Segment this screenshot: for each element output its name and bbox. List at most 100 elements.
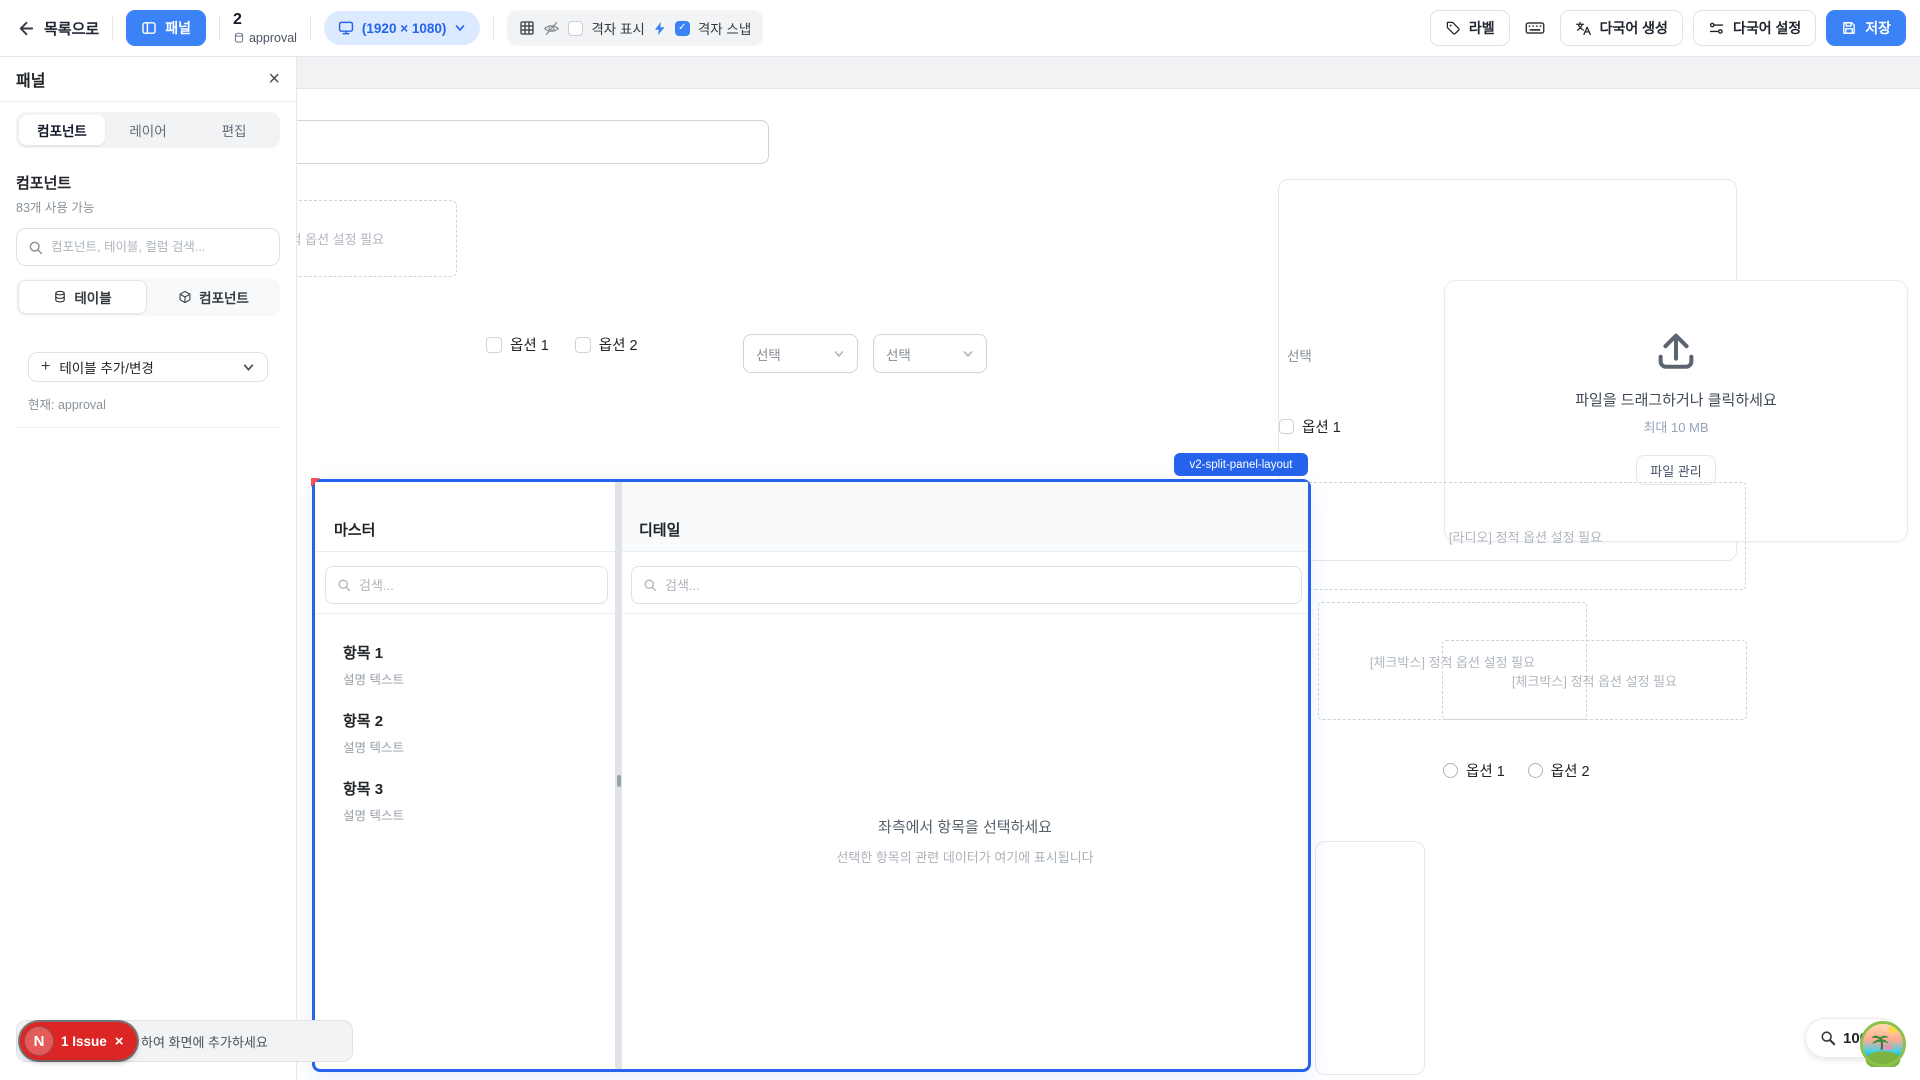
- i18n-settings-label: 다국어 설정: [1733, 18, 1801, 38]
- tab-layers[interactable]: 레이어: [105, 115, 191, 145]
- canvas-radio-group: 옵션 1 옵션 2: [1443, 760, 1590, 781]
- toggle-label: 테이블: [74, 287, 111, 307]
- component-search-input[interactable]: [51, 240, 268, 254]
- master-search[interactable]: [325, 566, 608, 604]
- divider: [315, 613, 615, 614]
- canvas-top-strip: [297, 57, 1920, 89]
- cube-icon: [178, 290, 192, 304]
- empty-state-title: 좌측에서 항목을 선택하세요: [878, 816, 1052, 837]
- radio-icon[interactable]: [1528, 763, 1543, 778]
- upload-size-limit: 최대 10 MB: [1643, 417, 1708, 436]
- page-number: 2: [233, 11, 297, 29]
- chevron-down-icon: [242, 361, 255, 374]
- toggle-tables[interactable]: 테이블: [18, 280, 147, 314]
- master-search-input[interactable]: [359, 578, 596, 593]
- canvas-checkbox-placeholder-box-b[interactable]: [체크박스] 정적 옵션 설정 필요: [1442, 640, 1747, 720]
- close-icon[interactable]: ×: [115, 1033, 124, 1050]
- sliders-icon: [1708, 20, 1725, 37]
- viewport-size-selector[interactable]: (1920 × 1080): [324, 11, 480, 45]
- upload-title: 파일을 드래그하거나 클릭하세요: [1575, 389, 1777, 410]
- divider: [310, 16, 311, 40]
- viewport-label: (1920 × 1080): [362, 21, 446, 36]
- canvas-select-1[interactable]: 선택: [743, 334, 858, 373]
- arrow-left-icon: [16, 19, 35, 38]
- selection-corner-marker: [311, 478, 320, 487]
- add-table-label: 테이블 추가/변경: [59, 357, 153, 377]
- canvas-small-box: [1315, 841, 1425, 1075]
- keyboard-shortcuts-button[interactable]: [1520, 10, 1550, 46]
- grid-show-checkbox[interactable]: [568, 21, 583, 36]
- select-value: 선택: [756, 344, 781, 364]
- current-table-text: 현재: approval: [28, 394, 280, 413]
- list-item-desc: 설명 텍스트: [343, 737, 404, 756]
- detail-title: 디테일: [639, 519, 680, 540]
- checkbox-icon[interactable]: [1279, 419, 1294, 434]
- tab-components[interactable]: 컴포넌트: [19, 115, 105, 145]
- grid-snap-label: 격자 스냅: [698, 18, 751, 38]
- issue-badge[interactable]: N 1 Issue ×: [20, 1022, 137, 1060]
- toggle-components[interactable]: 컴포넌트: [149, 280, 278, 314]
- component-search[interactable]: [16, 228, 280, 266]
- select-value: 선택: [886, 344, 911, 364]
- divider: [493, 16, 494, 40]
- toolbar-right-group: 라벨 다국어 생성: [1430, 0, 1906, 56]
- list-item-desc: 설명 텍스트: [343, 669, 404, 688]
- table-badge-label: approval: [249, 31, 297, 45]
- i18n-generate-button[interactable]: 다국어 생성: [1560, 10, 1683, 46]
- single-checkbox-option[interactable]: 옵션 1: [1279, 416, 1341, 437]
- keyboard-icon: [1524, 17, 1546, 39]
- grid-settings-group: 격자 표시 ✓ 격자 스냅: [507, 10, 763, 46]
- lightning-icon: [653, 21, 667, 36]
- close-icon[interactable]: ×: [268, 69, 280, 89]
- grid-snap-checkbox[interactable]: ✓: [675, 21, 690, 36]
- tab-edit[interactable]: 편집: [191, 115, 277, 145]
- detail-pane-header: 디테일: [622, 482, 1308, 552]
- label-button[interactable]: 라벨: [1430, 10, 1510, 46]
- back-label: 목록으로: [44, 18, 99, 39]
- back-to-list-button[interactable]: 목록으로: [16, 18, 99, 39]
- detail-search[interactable]: [631, 566, 1302, 604]
- panel-title: 패널: [16, 67, 45, 91]
- master-title: 마스터: [334, 519, 375, 540]
- toggle-label: 컴포넌트: [199, 287, 249, 307]
- eye-off-icon: [543, 20, 560, 37]
- chevron-down-icon: [454, 22, 466, 34]
- checkbox-option-1[interactable]: 옵션 1: [486, 334, 549, 355]
- split-panel-component[interactable]: 마스터 디테일 항목 1 설명 텍스트 항목 2 설명 텍스트 항목 3 설명 …: [312, 479, 1311, 1072]
- list-item[interactable]: 항목 2 설명 텍스트: [343, 710, 404, 756]
- checkbox-icon[interactable]: [486, 337, 502, 353]
- radio-option-1[interactable]: 옵션 1: [1443, 760, 1505, 781]
- issue-count-label: 1 Issue: [61, 1034, 107, 1049]
- pane-resize-handle[interactable]: [617, 775, 621, 787]
- add-table-button[interactable]: + 테이블 추가/변경: [28, 352, 268, 382]
- radio-icon[interactable]: [1443, 763, 1458, 778]
- i18n-generate-label: 다국어 생성: [1600, 18, 1668, 38]
- issue-logo: N: [24, 1026, 54, 1056]
- i18n-settings-button[interactable]: 다국어 설정: [1693, 10, 1816, 46]
- canvas-radio-placeholder-box[interactable]: [라디오] 정적 옵션 설정 필요: [1305, 482, 1746, 590]
- list-item[interactable]: 항목 1 설명 텍스트: [343, 642, 404, 688]
- radio-label: 옵션 2: [1551, 760, 1590, 781]
- detail-search-input[interactable]: [665, 578, 1290, 593]
- canvas-select-2[interactable]: 선택: [873, 334, 987, 373]
- file-manage-button[interactable]: 파일 관리: [1636, 455, 1715, 485]
- magnifier-icon: [1820, 1030, 1836, 1046]
- chevron-down-icon: [962, 348, 974, 360]
- selected-component-badge: v2-split-panel-layout: [1174, 453, 1308, 476]
- checkbox-icon[interactable]: [575, 337, 591, 353]
- canvas-select-text[interactable]: 선택: [1287, 345, 1312, 365]
- island-app-icon[interactable]: [1860, 1021, 1906, 1067]
- canvas-text-input[interactable]: [260, 120, 769, 164]
- list-item[interactable]: 항목 3 설명 텍스트: [343, 778, 404, 824]
- radio-option-2[interactable]: 옵션 2: [1528, 760, 1590, 781]
- list-item-desc: 설명 텍스트: [343, 805, 404, 824]
- checkbox-option-2[interactable]: 옵션 2: [575, 334, 638, 355]
- page-info: 2 approval: [233, 11, 297, 46]
- panel-toggle-button[interactable]: 패널: [126, 10, 206, 46]
- list-item-title: 항목 2: [343, 710, 404, 731]
- grid-icon: [519, 20, 535, 36]
- database-icon: [233, 32, 245, 44]
- save-button[interactable]: 저장: [1826, 10, 1906, 46]
- database-icon: [53, 290, 67, 304]
- checkbox-config-needed-text: [체크박스] 정적 옵션 설정 필요: [1512, 671, 1677, 690]
